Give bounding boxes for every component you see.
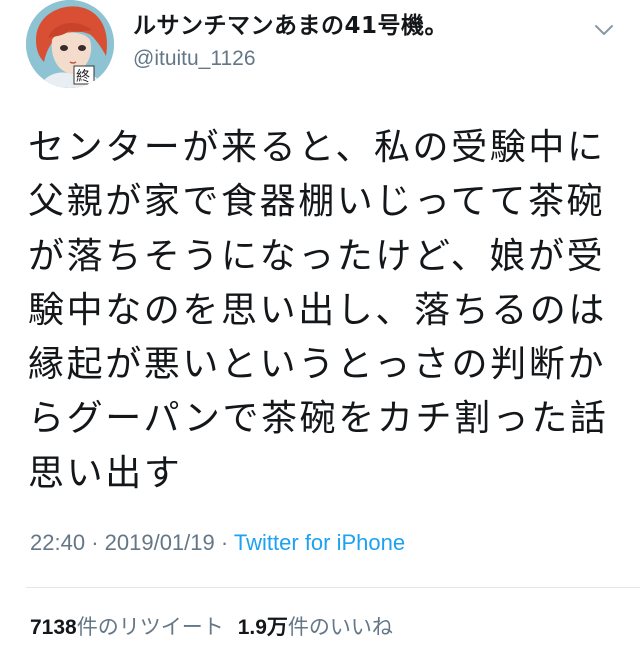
tweet-detail: 終 ルサンチマンあまの41号機。 @ituitu_1126 センターが来ると、私… <box>0 0 640 658</box>
likes-label: 件のいいね <box>287 615 393 639</box>
tweet-text: センターが来ると、私の受験中に 父親が家で食器棚いじってて茶碗 が落ちそうになっ… <box>28 121 618 501</box>
tweet-date: 2019/01/19 <box>104 530 215 555</box>
tweet-stats: 7138件のリツイート 1.9万件のいいね <box>30 611 393 641</box>
tweet-source-link[interactable]: Twitter for iPhone <box>234 530 405 555</box>
tweet-text-line: 父親が家で食器棚いじってて茶碗 <box>28 181 606 223</box>
meta-separator: · <box>220 530 234 555</box>
svg-text:終: 終 <box>76 69 90 85</box>
meta-separator: · <box>91 530 105 555</box>
tweet-text-line: が落ちそうになったけど、娘が受 <box>28 235 606 277</box>
tweet-time: 22:40 <box>30 530 86 555</box>
avatar[interactable]: 終 <box>26 0 114 88</box>
likes-stat[interactable]: 1.9万件のいいね <box>238 615 393 639</box>
likes-count: 1.9万 <box>237 616 288 639</box>
tweet-text-line: 験中なのを思い出し、落ちるのは <box>28 289 608 331</box>
tweet-meta: 22:40 · 2019/01/19 · Twitter for iPhone <box>30 530 405 556</box>
chevron-down-icon[interactable] <box>592 18 616 42</box>
tweet-text-line: らグーパンで茶碗をカチ割った話 <box>28 398 609 440</box>
user-handle[interactable]: @ituitu_1126 <box>133 47 256 71</box>
retweets-stat[interactable]: 7138件のリツイート <box>30 615 224 639</box>
tweet-text-line: 思い出す <box>28 452 183 494</box>
tweet-text-line: 縁起が悪いというとっさの判断か <box>28 344 606 386</box>
avatar-illustration: 終 <box>26 0 114 88</box>
retweets-count: 7138 <box>30 616 77 639</box>
display-name[interactable]: ルサンチマンあまの41号機。 <box>133 6 448 40</box>
divider <box>26 587 640 588</box>
tweet-text-line: センターが来ると、私の受験中に <box>28 127 606 168</box>
retweets-label: 件のリツイート <box>76 615 224 639</box>
